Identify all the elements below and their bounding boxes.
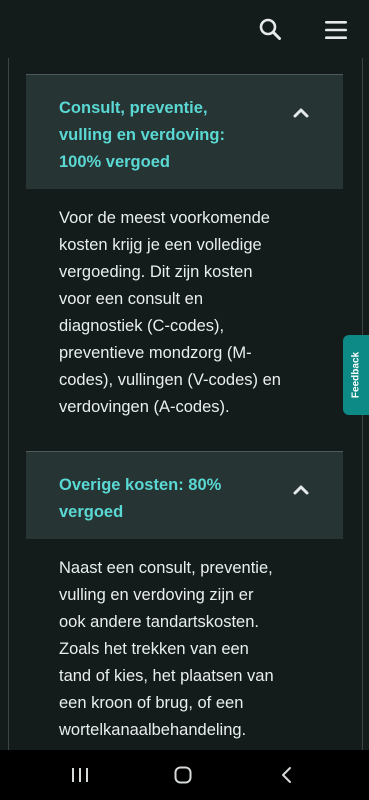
accordion-title: Consult, preventie, vulling en verdoving… xyxy=(59,95,259,176)
chevron-up-icon[interactable] xyxy=(292,107,310,119)
body-line: voor een consult en xyxy=(59,290,204,308)
accordion-header-overige[interactable]: Overige kosten: 80% vergoed xyxy=(26,451,343,539)
title-line: vergoed xyxy=(59,503,124,521)
page-content: Consult, preventie, vulling en verdoving… xyxy=(0,58,369,750)
body-line: Voor de meest voorkomende xyxy=(59,209,270,227)
accordion-body-consult: Voor de meest voorkomende kosten krijg j… xyxy=(59,205,321,421)
feedback-label: Feedback xyxy=(350,351,362,399)
accordion-title: Overige kosten: 80% vergoed xyxy=(59,472,259,526)
body-line: vulling en verdoving zijn er xyxy=(59,586,254,604)
title-line: Overige kosten: 80% xyxy=(59,476,222,494)
body-line: kosten krijg je een volledige xyxy=(59,236,262,254)
top-bar xyxy=(0,0,369,58)
body-line: Zoals het trekken van een xyxy=(59,640,249,658)
accordion-body-overige: Naast een consult, preventie, vulling en… xyxy=(59,555,321,744)
back-icon[interactable] xyxy=(280,766,294,784)
body-line: codes), vullingen (V-codes) en xyxy=(59,371,281,389)
body-line: vergoeding. Dit zijn kosten xyxy=(59,263,253,281)
feedback-tab[interactable]: Feedback xyxy=(343,335,369,415)
body-line: preventieve mondzorg (M- xyxy=(59,344,252,362)
body-line: diagnostiek (C-codes), xyxy=(59,317,225,335)
body-line: tand of kies, het plaatsen van xyxy=(59,667,274,685)
recent-apps-icon[interactable] xyxy=(70,766,90,784)
accordion-header-consult[interactable]: Consult, preventie, vulling en verdoving… xyxy=(26,74,343,189)
search-icon[interactable] xyxy=(258,17,282,41)
chevron-up-icon[interactable] xyxy=(292,484,310,496)
android-nav-bar xyxy=(0,750,369,800)
home-icon[interactable] xyxy=(173,766,193,784)
body-line: verdovingen (A-codes). xyxy=(59,398,230,416)
body-line: een kroon of brug, of een xyxy=(59,694,244,712)
body-line: ook andere tandartskosten. xyxy=(59,613,259,631)
title-line: Consult, preventie, xyxy=(59,99,208,117)
title-line: vulling en verdoving: xyxy=(59,126,225,144)
body-line: Naast een consult, preventie, xyxy=(59,559,273,577)
title-line: 100% vergoed xyxy=(59,153,170,171)
body-line: wortelkanaalbehandeling. xyxy=(59,721,247,739)
hamburger-menu-icon[interactable] xyxy=(323,19,349,41)
